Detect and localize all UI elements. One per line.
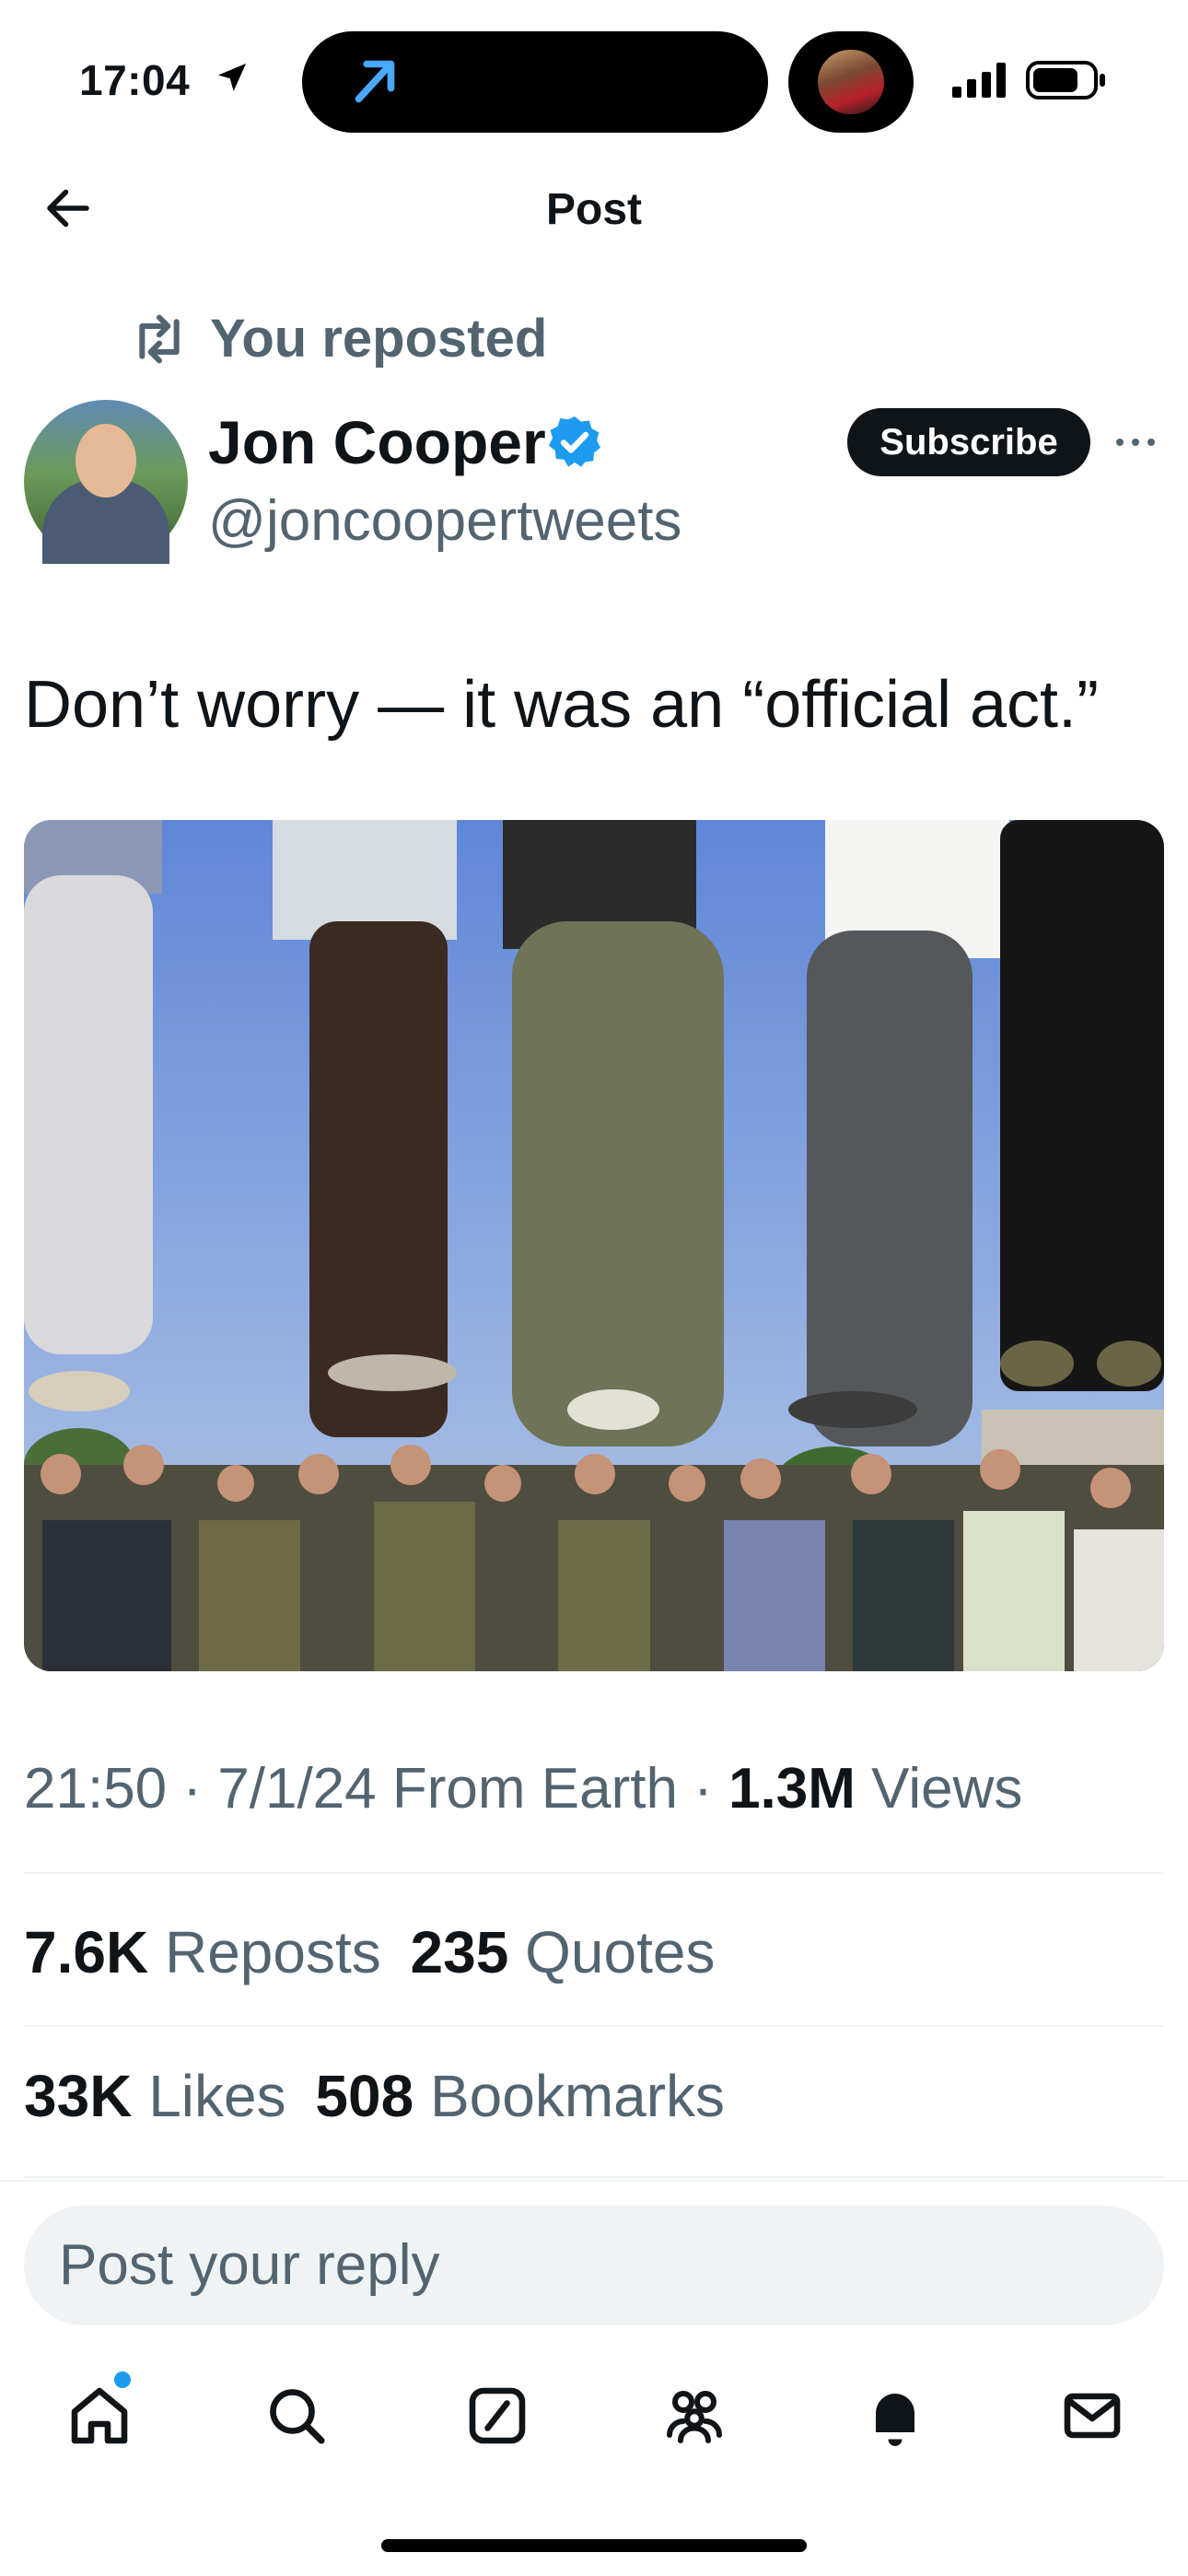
mail-icon[interactable] xyxy=(1059,2383,1125,2449)
page-title: Post xyxy=(545,185,642,234)
reposts-quotes-row: 7.6K Reposts 235 Quotes xyxy=(24,1918,715,1986)
author-handle[interactable]: @joncoopertweets xyxy=(208,488,681,554)
bookmarks-stat[interactable]: 508 Bookmarks xyxy=(315,2063,725,2129)
status-time: 17:04 xyxy=(79,56,191,104)
grok-icon[interactable] xyxy=(464,2383,530,2449)
repost-icon xyxy=(139,314,180,364)
post-source: From Earth xyxy=(391,1757,678,1821)
reply-input[interactable]: Post your reply xyxy=(24,2206,1164,2325)
likes-bookmarks-row: 33K Likes 508 Bookmarks xyxy=(24,2062,725,2130)
avatar-face xyxy=(76,424,136,498)
author-name[interactable]: Jon Cooper xyxy=(208,407,546,477)
post-text: Don’t worry — it was an “official act.” xyxy=(24,668,1100,742)
divider xyxy=(24,2025,1164,2027)
location-arrow-icon xyxy=(218,64,246,91)
notification-dot xyxy=(114,2371,131,2388)
divider xyxy=(24,1872,1164,1874)
search-icon[interactable] xyxy=(263,2383,330,2449)
post-meta: 21:50 · 7/1/24 From Earth · 1.3M Views xyxy=(24,1757,1023,1821)
divider xyxy=(24,2176,1164,2178)
now-playing-thumbnail xyxy=(818,50,884,114)
home-icon[interactable] xyxy=(66,2383,133,2449)
post-image[interactable] xyxy=(24,820,1164,1671)
bell-icon[interactable] xyxy=(862,2383,928,2449)
verified-badge-icon xyxy=(549,416,600,467)
views-label: Views xyxy=(871,1757,1023,1821)
cellular-signal-icon xyxy=(952,63,1006,98)
reposts-stat[interactable]: 7.6K Reposts xyxy=(24,1919,381,1985)
post-time: 21:50 xyxy=(24,1757,168,1821)
quotes-stat[interactable]: 235 Quotes xyxy=(411,1919,716,1985)
home-indicator[interactable] xyxy=(381,2539,807,2552)
views-count: 1.3M xyxy=(728,1757,856,1821)
communities-icon[interactable] xyxy=(661,2383,728,2449)
repost-label: You reposted xyxy=(210,309,548,369)
battery-icon xyxy=(1026,61,1105,100)
reply-bar-border xyxy=(0,2180,1188,2182)
post-date: 7/1/24 xyxy=(217,1757,377,1821)
subscribe-button[interactable]: Subscribe xyxy=(847,408,1090,476)
live-activity-arrow-icon xyxy=(355,60,395,103)
more-options-icon[interactable] xyxy=(1114,433,1157,451)
likes-stat[interactable]: 33K Likes xyxy=(24,2063,286,2129)
